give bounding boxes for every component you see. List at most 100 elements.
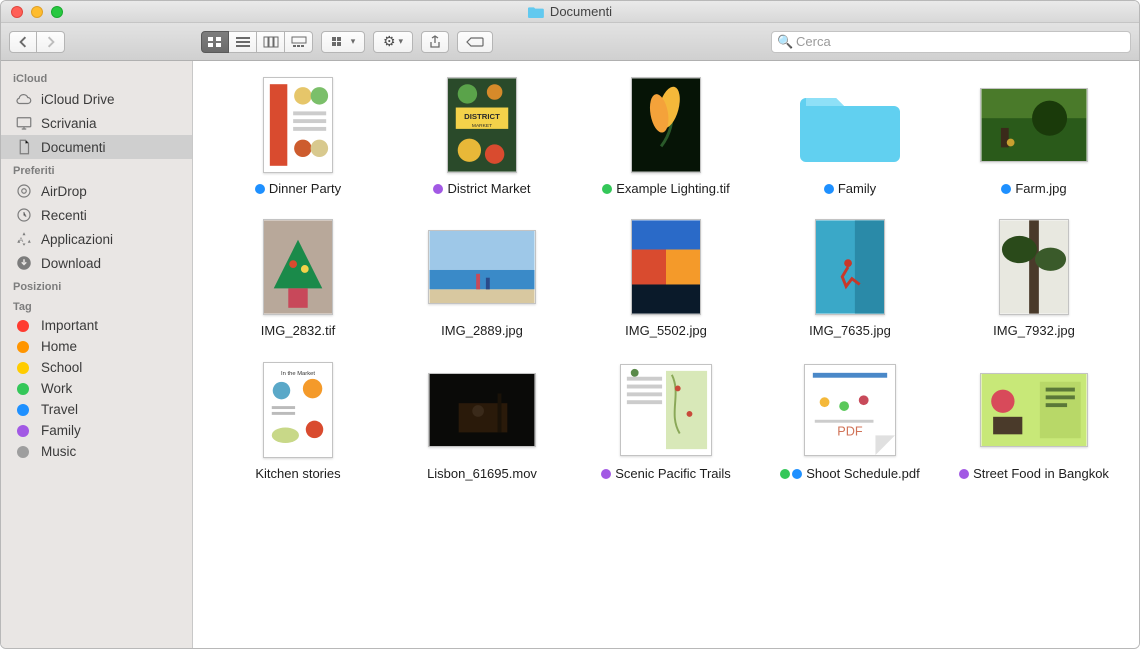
minimize-window-button[interactable] xyxy=(31,6,43,18)
file-tags xyxy=(602,181,612,194)
file-item[interactable]: DISTRICT MARKET District Market xyxy=(395,75,569,197)
sidebar-item-label: Family xyxy=(41,423,81,438)
sidebar-item-applicazioni[interactable]: A Applicazioni xyxy=(1,227,192,251)
close-window-button[interactable] xyxy=(11,6,23,18)
file-item[interactable]: Scenic Pacific Trails xyxy=(579,360,753,482)
file-tags xyxy=(601,466,611,479)
sidebar-item-label: Documenti xyxy=(41,140,106,155)
file-name-label: IMG_2832.tif xyxy=(261,323,335,339)
file-thumbnail: In the Market xyxy=(238,360,358,460)
tag-dot-icon xyxy=(17,404,29,416)
sidebar-item-label: Applicazioni xyxy=(41,232,113,247)
sidebar-item-icloud-drive[interactable]: iCloud Drive xyxy=(1,87,192,111)
file-thumbnail xyxy=(238,75,358,175)
share-icon xyxy=(428,35,442,49)
folder-icon xyxy=(528,6,544,18)
tag-dot-icon xyxy=(601,469,611,479)
sidebar-group-header: Tag xyxy=(1,295,192,315)
file-name-label: Dinner Party xyxy=(269,181,341,197)
share-button[interactable] xyxy=(421,31,449,53)
file-thumbnail xyxy=(238,217,358,317)
file-item[interactable]: Family xyxy=(763,75,937,197)
file-item[interactable]: IMG_2889.jpg xyxy=(395,217,569,339)
column-view-button[interactable] xyxy=(257,31,285,53)
file-item[interactable]: Street Food in Bangkok xyxy=(947,360,1121,482)
window-title: Documenti xyxy=(528,4,612,19)
file-name-label: IMG_5502.jpg xyxy=(625,323,707,339)
sidebar-item-scrivania[interactable]: Scrivania xyxy=(1,111,192,135)
arrange-button[interactable]: ▾ xyxy=(321,31,365,53)
clock-icon xyxy=(15,206,33,224)
file-item[interactable]: IMG_7635.jpg xyxy=(763,217,937,339)
list-view-button[interactable] xyxy=(229,31,257,53)
titlebar: Documenti xyxy=(1,1,1139,23)
tag-dot-icon xyxy=(959,469,969,479)
file-name-label: Lisbon_61695.mov xyxy=(427,466,537,482)
file-item[interactable]: Dinner Party xyxy=(211,75,385,197)
file-tags xyxy=(1001,181,1011,194)
file-tags xyxy=(959,466,969,479)
search-field[interactable]: 🔍 xyxy=(771,31,1131,53)
svg-text:A: A xyxy=(19,237,24,244)
file-name-label: IMG_7635.jpg xyxy=(809,323,891,339)
file-tags xyxy=(780,466,802,479)
file-item[interactable]: In the MarketKitchen stories xyxy=(211,360,385,482)
svg-text:DISTRICT: DISTRICT xyxy=(464,112,500,121)
tag-dot-icon xyxy=(17,320,29,332)
action-button[interactable]: ⚙▾ xyxy=(373,31,413,53)
file-name-label: IMG_2889.jpg xyxy=(441,323,523,339)
sidebar-item-label: Important xyxy=(41,318,98,333)
sidebar-group-header: Posizioni xyxy=(1,275,192,295)
file-name-label: District Market xyxy=(447,181,530,197)
sidebar-item-home[interactable]: Home xyxy=(1,336,192,357)
tag-dot-icon xyxy=(433,184,443,194)
apps-icon: A xyxy=(15,230,33,248)
file-item[interactable]: IMG_2832.tif xyxy=(211,217,385,339)
file-item[interactable]: Farm.jpg xyxy=(947,75,1121,197)
search-input[interactable] xyxy=(771,31,1131,53)
file-name-label: Street Food in Bangkok xyxy=(973,466,1109,482)
gallery-view-button[interactable] xyxy=(285,31,313,53)
search-icon: 🔍 xyxy=(777,34,793,50)
sidebar-item-label: School xyxy=(41,360,82,375)
file-name-label: Farm.jpg xyxy=(1015,181,1066,197)
sidebar-item-documenti[interactable]: Documenti xyxy=(1,135,192,159)
file-thumbnail xyxy=(422,360,542,460)
file-item[interactable]: IMG_5502.jpg xyxy=(579,217,753,339)
icon-view-button[interactable] xyxy=(201,31,229,53)
forward-button[interactable] xyxy=(37,31,65,53)
content-area[interactable]: Dinner Party DISTRICT MARKET District Marke… xyxy=(193,61,1139,648)
sidebar-item-recenti[interactable]: Recenti xyxy=(1,203,192,227)
tags-button[interactable] xyxy=(457,31,493,53)
file-name-label: Example Lighting.tif xyxy=(616,181,729,197)
sidebar-item-airdrop[interactable]: AirDrop xyxy=(1,179,192,203)
gear-icon: ⚙ xyxy=(383,33,396,50)
file-item[interactable]: IMG_7932.jpg xyxy=(947,217,1121,339)
file-item[interactable]: PDFShoot Schedule.pdf xyxy=(763,360,937,482)
file-tags xyxy=(824,181,834,194)
file-grid: Dinner Party DISTRICT MARKET District Marke… xyxy=(211,75,1121,482)
sidebar-group-header: iCloud xyxy=(1,67,192,87)
window-title-text: Documenti xyxy=(550,4,612,19)
sidebar-item-label: iCloud Drive xyxy=(41,92,115,107)
fullscreen-window-button[interactable] xyxy=(51,6,63,18)
window-controls xyxy=(1,6,63,18)
sidebar-item-music[interactable]: Music xyxy=(1,441,192,462)
sidebar-item-label: Home xyxy=(41,339,77,354)
document-icon xyxy=(15,138,33,156)
file-thumbnail xyxy=(606,75,726,175)
sidebar-item-important[interactable]: Important xyxy=(1,315,192,336)
sidebar-item-download[interactable]: Download xyxy=(1,251,192,275)
sidebar-item-travel[interactable]: Travel xyxy=(1,399,192,420)
file-thumbnail xyxy=(974,217,1094,317)
file-item[interactable]: Lisbon_61695.mov xyxy=(395,360,569,482)
sidebar-item-label: Recenti xyxy=(41,208,87,223)
back-button[interactable] xyxy=(9,31,37,53)
svg-text:MARKET: MARKET xyxy=(472,123,492,129)
file-thumbnail: PDF xyxy=(790,360,910,460)
file-item[interactable]: Example Lighting.tif xyxy=(579,75,753,197)
sidebar-item-label: Scrivania xyxy=(41,116,97,131)
sidebar-item-family[interactable]: Family xyxy=(1,420,192,441)
sidebar-item-work[interactable]: Work xyxy=(1,378,192,399)
sidebar-item-school[interactable]: School xyxy=(1,357,192,378)
